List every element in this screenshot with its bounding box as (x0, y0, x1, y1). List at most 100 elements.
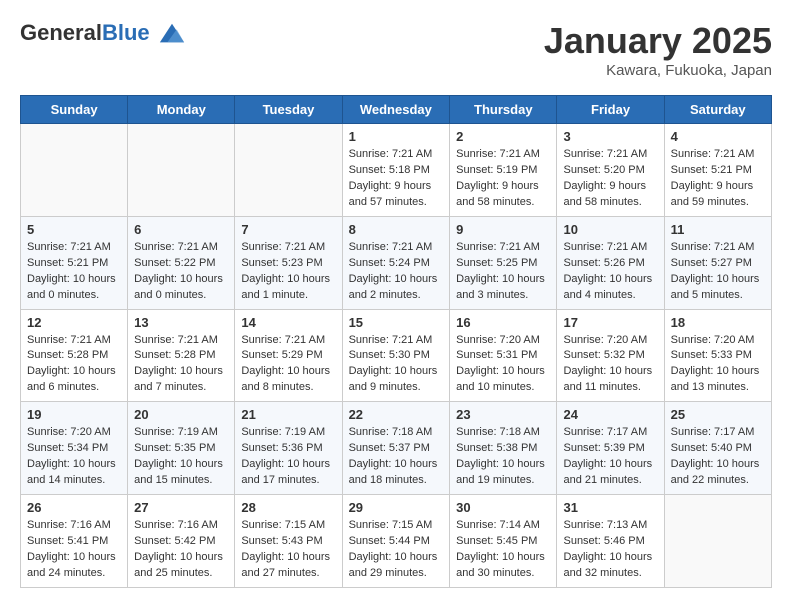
day-info: Sunrise: 7:21 AM Sunset: 5:28 PM Dayligh… (134, 333, 228, 397)
day-info: Sunrise: 7:17 AM Sunset: 5:40 PM Dayligh… (671, 425, 765, 489)
day-info: Sunrise: 7:21 AM Sunset: 5:22 PM Dayligh… (134, 240, 228, 304)
day-number: 20 (134, 407, 228, 422)
day-info: Sunrise: 7:20 AM Sunset: 5:32 PM Dayligh… (563, 333, 657, 397)
calendar-cell: 16 Sunrise: 7:20 AM Sunset: 5:31 PM Dayli… (450, 309, 557, 402)
calendar-cell: 6Sunrise: 7:21 AM Sunset: 5:22 PM Daylig… (128, 216, 235, 309)
day-info: Sunrise: 7:18 AM Sunset: 5:38 PM Dayligh… (456, 425, 550, 489)
calendar-cell: 21 Sunrise: 7:19 AM Sunset: 5:36 PM Dayli… (235, 402, 342, 495)
weekday-header-friday: Friday (557, 96, 664, 124)
calendar-cell: 20 Sunrise: 7:19 AM Sunset: 5:35 PM Dayli… (128, 402, 235, 495)
day-number: 13 (134, 315, 228, 330)
day-number: 21 (241, 407, 335, 422)
day-number: 29 (349, 500, 444, 515)
logo: GeneralBlue (20, 20, 186, 48)
calendar-cell: 19 Sunrise: 7:20 AM Sunset: 5:34 PM Dayli… (21, 402, 128, 495)
day-info: Sunrise: 7:15 AM Sunset: 5:44 PM Dayligh… (349, 518, 444, 582)
calendar-cell: 26 Sunrise: 7:16 AM Sunset: 5:41 PM Dayli… (21, 495, 128, 588)
day-info: Sunrise: 7:21 AM Sunset: 5:27 PM Dayligh… (671, 240, 765, 304)
day-number: 26 (27, 500, 121, 515)
day-info: Sunrise: 7:21 AM Sunset: 5:19 PM Dayligh… (456, 147, 550, 211)
weekday-header-row: SundayMondayTuesdayWednesdayThursdayFrid… (21, 96, 772, 124)
day-number: 22 (349, 407, 444, 422)
day-number: 4 (671, 129, 765, 144)
day-info: Sunrise: 7:21 AM Sunset: 5:21 PM Dayligh… (27, 240, 121, 304)
day-number: 14 (241, 315, 335, 330)
weekday-header-thursday: Thursday (450, 96, 557, 124)
day-number: 19 (27, 407, 121, 422)
day-info: Sunrise: 7:21 AM Sunset: 5:23 PM Dayligh… (241, 240, 335, 304)
calendar-cell: 13 Sunrise: 7:21 AM Sunset: 5:28 PM Dayli… (128, 309, 235, 402)
calendar-cell: 29 Sunrise: 7:15 AM Sunset: 5:44 PM Dayli… (342, 495, 450, 588)
day-number: 10 (563, 222, 657, 237)
day-number: 24 (563, 407, 657, 422)
calendar-cell (235, 124, 342, 217)
day-number: 15 (349, 315, 444, 330)
calendar-cell: 25 Sunrise: 7:17 AM Sunset: 5:40 PM Dayli… (664, 402, 771, 495)
calendar-week-row: 26 Sunrise: 7:16 AM Sunset: 5:41 PM Dayli… (21, 495, 772, 588)
day-info: Sunrise: 7:14 AM Sunset: 5:45 PM Dayligh… (456, 518, 550, 582)
day-info: Sunrise: 7:21 AM Sunset: 5:18 PM Dayligh… (349, 147, 444, 211)
calendar-cell: 4Sunrise: 7:21 AM Sunset: 5:21 PM Daylig… (664, 124, 771, 217)
day-number: 5 (27, 222, 121, 237)
day-info: Sunrise: 7:20 AM Sunset: 5:31 PM Dayligh… (456, 333, 550, 397)
weekday-header-wednesday: Wednesday (342, 96, 450, 124)
weekday-header-sunday: Sunday (21, 96, 128, 124)
day-number: 18 (671, 315, 765, 330)
logo-general-text: General (20, 20, 102, 45)
calendar-cell: 9Sunrise: 7:21 AM Sunset: 5:25 PM Daylig… (450, 216, 557, 309)
calendar-cell: 14 Sunrise: 7:21 AM Sunset: 5:29 PM Dayli… (235, 309, 342, 402)
day-info: Sunrise: 7:21 AM Sunset: 5:28 PM Dayligh… (27, 333, 121, 397)
day-number: 31 (563, 500, 657, 515)
calendar-cell: 5 Sunrise: 7:21 AM Sunset: 5:21 PM Daylig… (21, 216, 128, 309)
day-info: Sunrise: 7:19 AM Sunset: 5:36 PM Dayligh… (241, 425, 335, 489)
day-info: Sunrise: 7:21 AM Sunset: 5:30 PM Dayligh… (349, 333, 444, 397)
calendar-cell: 3 Sunrise: 7:21 AM Sunset: 5:20 PM Daylig… (557, 124, 664, 217)
calendar-cell: 31Sunrise: 7:13 AM Sunset: 5:46 PM Dayli… (557, 495, 664, 588)
day-number: 2 (456, 129, 550, 144)
calendar-cell: 27Sunrise: 7:16 AM Sunset: 5:42 PM Dayli… (128, 495, 235, 588)
day-info: Sunrise: 7:20 AM Sunset: 5:34 PM Dayligh… (27, 425, 121, 489)
day-info: Sunrise: 7:21 AM Sunset: 5:29 PM Dayligh… (241, 333, 335, 397)
calendar-table: SundayMondayTuesdayWednesdayThursdayFrid… (20, 95, 772, 588)
page-header: GeneralBlue January 2025 Kawara, Fukuoka… (20, 20, 772, 79)
day-number: 23 (456, 407, 550, 422)
day-number: 8 (349, 222, 444, 237)
calendar-cell: 30 Sunrise: 7:14 AM Sunset: 5:45 PM Dayli… (450, 495, 557, 588)
day-info: Sunrise: 7:17 AM Sunset: 5:39 PM Dayligh… (563, 425, 657, 489)
title-block: January 2025 Kawara, Fukuoka, Japan (544, 20, 772, 79)
calendar-cell: 1Sunrise: 7:21 AM Sunset: 5:18 PM Daylig… (342, 124, 450, 217)
calendar-week-row: 12Sunrise: 7:21 AM Sunset: 5:28 PM Dayli… (21, 309, 772, 402)
day-info: Sunrise: 7:21 AM Sunset: 5:24 PM Dayligh… (349, 240, 444, 304)
day-info: Sunrise: 7:21 AM Sunset: 5:25 PM Dayligh… (456, 240, 550, 304)
day-info: Sunrise: 7:18 AM Sunset: 5:37 PM Dayligh… (349, 425, 444, 489)
day-info: Sunrise: 7:19 AM Sunset: 5:35 PM Dayligh… (134, 425, 228, 489)
weekday-header-saturday: Saturday (664, 96, 771, 124)
calendar-cell: 24 Sunrise: 7:17 AM Sunset: 5:39 PM Dayli… (557, 402, 664, 495)
day-info: Sunrise: 7:20 AM Sunset: 5:33 PM Dayligh… (671, 333, 765, 397)
calendar-week-row: 19 Sunrise: 7:20 AM Sunset: 5:34 PM Dayli… (21, 402, 772, 495)
day-number: 16 (456, 315, 550, 330)
calendar-week-row: 5 Sunrise: 7:21 AM Sunset: 5:21 PM Daylig… (21, 216, 772, 309)
month-title: January 2025 (544, 20, 772, 62)
calendar-cell: 7Sunrise: 7:21 AM Sunset: 5:23 PM Daylig… (235, 216, 342, 309)
calendar-cell: 22 Sunrise: 7:18 AM Sunset: 5:37 PM Dayli… (342, 402, 450, 495)
location-subtitle: Kawara, Fukuoka, Japan (544, 62, 772, 79)
day-number: 17 (563, 315, 657, 330)
calendar-cell: 8 Sunrise: 7:21 AM Sunset: 5:24 PM Daylig… (342, 216, 450, 309)
logo-blue-text: Blue (102, 20, 150, 45)
weekday-header-monday: Monday (128, 96, 235, 124)
calendar-cell (128, 124, 235, 217)
day-number: 25 (671, 407, 765, 422)
day-info: Sunrise: 7:21 AM Sunset: 5:20 PM Dayligh… (563, 147, 657, 211)
day-number: 30 (456, 500, 550, 515)
calendar-cell: 15 Sunrise: 7:21 AM Sunset: 5:30 PM Dayli… (342, 309, 450, 402)
calendar-cell (21, 124, 128, 217)
calendar-cell: 17 Sunrise: 7:20 AM Sunset: 5:32 PM Dayli… (557, 309, 664, 402)
day-number: 3 (563, 129, 657, 144)
weekday-header-tuesday: Tuesday (235, 96, 342, 124)
calendar-cell: 11Sunrise: 7:21 AM Sunset: 5:27 PM Dayli… (664, 216, 771, 309)
logo-icon (158, 20, 186, 48)
day-info: Sunrise: 7:21 AM Sunset: 5:26 PM Dayligh… (563, 240, 657, 304)
day-number: 28 (241, 500, 335, 515)
day-info: Sunrise: 7:16 AM Sunset: 5:41 PM Dayligh… (27, 518, 121, 582)
